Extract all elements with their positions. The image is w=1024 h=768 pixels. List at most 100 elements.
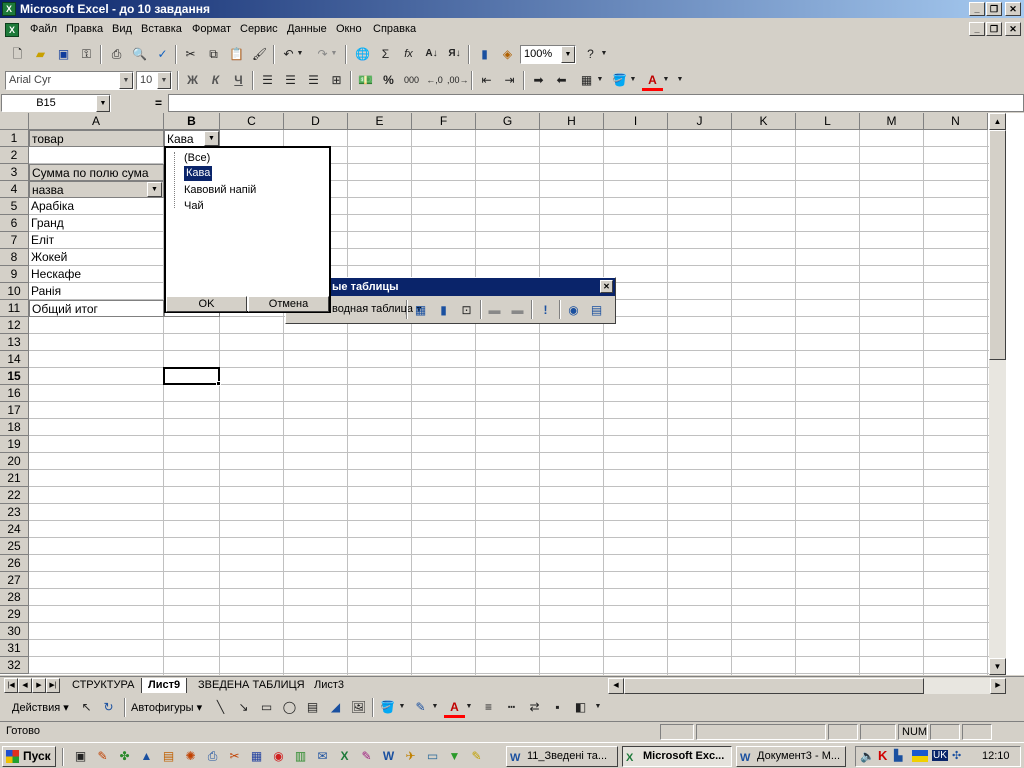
pivot-row-item[interactable]: Еліт [29,232,164,249]
app-icon-4[interactable]: ▤ [158,746,179,767]
app-icon-5[interactable]: ✺ [180,746,201,767]
menu-format[interactable]: Формат [192,23,231,35]
network-icon[interactable]: ▙ [894,749,902,762]
restore-button[interactable]: ❐ [986,2,1002,16]
merge-center-icon[interactable]: ⊞ [326,70,347,91]
app-icon-7[interactable]: ✂ [224,746,245,767]
menu-view[interactable]: Вид [112,23,132,35]
dash-style-icon[interactable]: ┅ [501,697,522,718]
column-header-k[interactable]: K [732,113,796,130]
field-settings-icon[interactable]: ◉ [563,300,584,321]
excel-quick-icon[interactable]: X [334,746,355,767]
scroll-up-icon[interactable]: ▲ [989,113,1006,130]
rotate-icon[interactable]: ↻ [98,697,119,718]
app-icon-3[interactable]: ▲ [136,746,157,767]
field-list-icon[interactable]: ▤ [586,300,607,321]
row-header-15[interactable]: 15 [0,368,29,385]
menu-service[interactable]: Сервис [240,23,278,35]
oval-icon[interactable]: ◯ [279,697,300,718]
decrease-decimal-icon[interactable]: ,00→ [447,70,469,91]
thousands-button[interactable]: 000 [401,70,422,91]
line-color-icon[interactable]: ✎ [410,697,431,718]
column-header-d[interactable]: D [284,113,348,130]
app-icon-13[interactable]: ✎ [356,746,377,767]
row-header-14[interactable]: 14 [0,351,29,368]
column-header-m[interactable]: M [860,113,924,130]
scroll-right-icon[interactable]: ▶ [990,678,1006,694]
doc-close-button[interactable]: ✕ [1005,22,1021,36]
chevron-down-icon[interactable]: ▼ [594,70,606,91]
word-quick-icon[interactable]: W [378,746,399,767]
bold-button[interactable]: Ж [182,70,203,91]
app-icon-6[interactable]: ⎙ [202,746,223,767]
save-icon[interactable]: ▣ [53,44,74,65]
textbox-icon[interactable]: ▤ [302,697,323,718]
row-header-25[interactable]: 25 [0,538,29,555]
toolbar-options-icon[interactable]: ▼ [592,697,604,718]
pivot-chart-icon[interactable]: ▮ [433,300,454,321]
tab-sheet9[interactable]: Лист9 [141,678,188,693]
pivot-row-item[interactable]: Нескафе [29,266,164,283]
autoshapes-menu[interactable]: Автофигуры ▾ [131,701,202,714]
chevron-down-icon[interactable]: ▼ [204,131,219,146]
pivot-row-item[interactable]: Ранія [29,283,164,300]
app-icon-9[interactable]: ◉ [268,746,289,767]
language-indicator[interactable]: UK [932,750,948,761]
row-header-23[interactable]: 23 [0,504,29,521]
chevron-down-icon[interactable]: ▼ [561,46,575,63]
increase-decimal-icon[interactable]: ←,0 [424,70,445,91]
toolbar-options-icon[interactable]: ▼ [674,70,686,91]
align-left-icon[interactable]: ☰ [257,70,278,91]
menu-insert[interactable]: Вставка [141,23,182,35]
font-color-icon[interactable]: A [444,697,465,718]
start-button[interactable]: Пуск [2,746,56,767]
select-all-corner[interactable] [0,113,29,130]
decrease-indent-icon[interactable]: ⇤ [476,70,497,91]
app-icon-18[interactable]: ✎ [466,746,487,767]
last-sheet-icon[interactable]: ▶| [46,678,60,693]
pivot-toolbar-title[interactable]: ые таблицы [286,278,615,296]
chevron-down-icon[interactable]: ▼ [429,697,441,718]
row-header-17[interactable]: 17 [0,402,29,419]
chart-wizard-icon[interactable]: ▮ [474,44,495,65]
select-pointer-icon[interactable]: ↖ [76,697,97,718]
clipart-icon[interactable]: 🖼 [348,697,369,718]
tab-structure[interactable]: СТРУКТУРА [66,678,140,693]
row-header-10[interactable]: 10 [0,283,29,300]
row-header-31[interactable]: 31 [0,640,29,657]
chevron-down-icon[interactable]: ▼ [627,70,639,91]
spelling-icon[interactable]: ✓ [152,44,173,65]
toolbar-options-icon[interactable]: ▼ [598,44,610,65]
pivot-row-item[interactable]: Арабіка [29,198,164,215]
italic-button[interactable]: К [205,70,226,91]
row-header-3[interactable]: 3 [0,164,29,181]
font-combo[interactable]: Arial Cyr ▼ [5,71,134,90]
app-icon-17[interactable]: ▼ [444,746,465,767]
vertical-scrollbar[interactable]: ▲ ▼ [989,113,1006,675]
scroll-down-icon[interactable]: ▼ [989,658,1006,675]
taskbar-word-doc-1[interactable]: W 11_Зведені та... [506,746,618,767]
spreadsheet-grid[interactable]: A B C D E F G H I J K L M N 1 2 3 4 5 6 7 8 9 10 11 12 13 14 15 16 17 1… [0,113,1024,675]
tab-pivot-table[interactable]: ЗВЕДЕНА ТАБЛИЦЯ [192,678,311,693]
row-header-9[interactable]: 9 [0,266,29,283]
show-detail-icon[interactable]: ▬ [507,300,528,321]
menu-window[interactable]: Окно [336,23,362,35]
row-header-1[interactable]: 1 [0,130,29,147]
excel-icon[interactable]: X [2,2,16,16]
arrow-icon[interactable]: ↘ [233,697,254,718]
column-header-c[interactable]: C [220,113,284,130]
chevron-down-icon[interactable]: ▼ [147,182,162,197]
tray-app-icon[interactable]: ✣ [952,749,961,762]
row-header-20[interactable]: 20 [0,453,29,470]
refresh-data-icon[interactable]: ! [535,300,556,321]
undo-dropdown-icon[interactable]: ▼ [294,44,306,65]
row-header-30[interactable]: 30 [0,623,29,640]
increase-indent-icon[interactable]: ⇥ [499,70,520,91]
formula-input[interactable] [168,94,1024,112]
new-file-icon[interactable]: 🗋 [7,44,28,65]
open-folder-icon[interactable]: ▰ [30,44,51,65]
pivot-row-item[interactable]: Гранд [29,215,164,232]
chevron-down-icon[interactable]: ▼ [396,697,408,718]
fill-color-icon[interactable]: 🪣 [377,697,398,718]
fill-handle[interactable] [216,381,221,386]
